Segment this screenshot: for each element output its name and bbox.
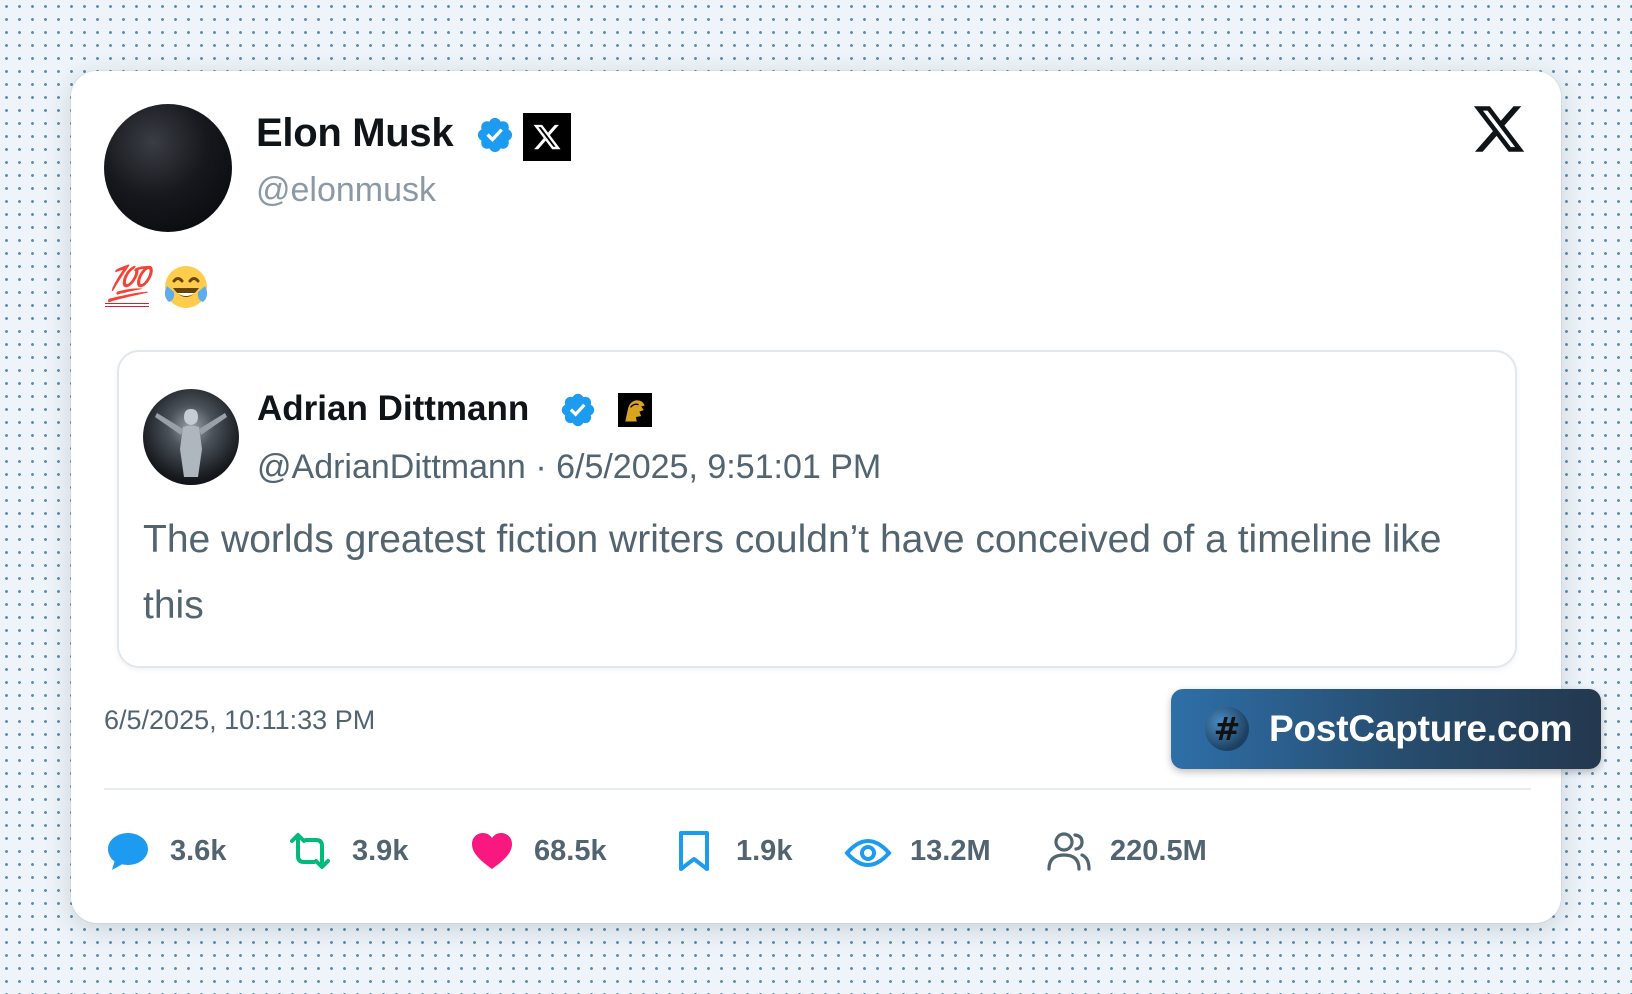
repost-stat[interactable]: 3.9k [286,821,408,881]
author-name[interactable]: Elon Musk [256,111,454,156]
lion-affiliate-badge-icon [618,393,652,427]
eye-icon [844,839,892,867]
followers-count: 220.5M [1110,834,1207,867]
reply-stat[interactable]: 3.6k [104,821,226,881]
verified-badge-icon [477,117,513,153]
quoted-author-avatar[interactable] [143,389,239,485]
bookmark-icon [679,831,709,871]
repost-count: 3.9k [352,834,409,867]
quoted-author-handle[interactable]: @AdrianDittmann [257,448,526,486]
quoted-post-text: The worlds greatest fiction writers coul… [143,518,1442,627]
followers-stat[interactable]: 220.5M [1044,821,1207,881]
quoted-meta: @AdrianDittmann · 6/5/2025, 9:51:01 PM [257,448,881,487]
repost-icon [290,833,330,869]
bookmark-count: 1.9k [736,834,793,867]
post-card: Elon Musk @elonmusk 💯 Adrian Dittmann @A… [71,71,1601,923]
bookmark-stat[interactable]: 1.9k [670,821,792,881]
hundred-points-emoji: 💯 [105,267,149,307]
hashtag-icon: # [1205,707,1249,751]
quoted-time[interactable]: 6/5/2025, 9:51:01 PM [556,448,881,486]
author-handle[interactable]: @elonmusk [256,171,436,210]
followers-icon [1047,832,1091,871]
tears-of-joy-emoji-icon [165,266,208,308]
heart-icon [472,833,512,869]
brand-label: PostCapture.com [1269,708,1573,749]
post-text: 💯 [105,259,211,315]
quoted-author-name[interactable]: Adrian Dittmann [257,389,529,429]
author-avatar[interactable] [104,104,232,232]
views-count: 13.2M [910,834,991,867]
like-count: 68.5k [534,834,607,867]
x-logo-icon[interactable] [1471,101,1527,157]
postcapture-watermark-button[interactable]: # PostCapture.com [1171,689,1601,769]
post-timestamp[interactable]: 6/5/2025, 10:11:33 PM [104,705,375,736]
divider [104,788,1531,790]
views-stat[interactable]: 13.2M [844,821,991,881]
x-affiliate-badge-icon [523,113,571,161]
engagement-bar: 3.6k 3.9k 68.5k 1.9k 13.2M 220.5M [104,821,1304,881]
like-stat[interactable]: 68.5k [468,821,607,881]
quoted-verified-badge-icon [561,393,595,427]
quoted-post[interactable]: Adrian Dittmann @AdrianDittmann · 6/5/20… [117,350,1517,668]
meta-separator: · [535,448,547,486]
reply-count: 3.6k [170,834,227,867]
reply-bubble-icon [108,833,148,870]
